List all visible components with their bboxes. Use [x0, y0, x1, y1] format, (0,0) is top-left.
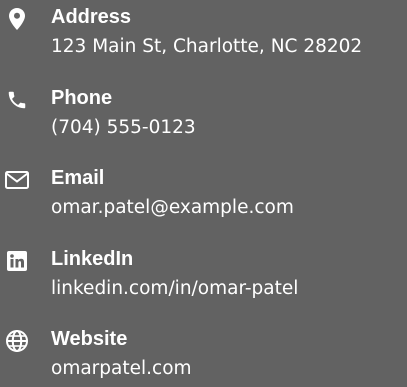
address-value: 123 Main St, Charlotte, NC 28202 [51, 36, 363, 57]
contact-item-address: Address 123 Main St, Charlotte, NC 28202 [0, 3, 407, 84]
phone-label: Phone [51, 86, 113, 109]
linkedin-label: LinkedIn [51, 247, 134, 270]
globe-icon [4, 328, 30, 354]
website-label: Website [51, 328, 128, 350]
contact-item-linkedin: LinkedIn linkedin.com/in/omar-patel [0, 245, 407, 326]
contact-list: Address 123 Main St, Charlotte, NC 28202… [0, 0, 407, 387]
contact-item-website: Website omarpatel.com [0, 325, 407, 387]
phone-icon [4, 87, 30, 113]
contact-item-phone: Phone (704) 555-0123 [0, 84, 407, 165]
linkedin-value[interactable]: linkedin.com/in/omar-patel [51, 275, 298, 303]
phone-value[interactable]: (704) 555-0123 [51, 114, 196, 142]
email-value[interactable]: omar.patel@example.com [51, 194, 294, 222]
map-pin-icon [4, 6, 30, 32]
website-value[interactable]: omarpatel.com [51, 355, 192, 383]
contact-item-email: Email omar.patel@example.com [0, 164, 407, 245]
envelope-icon [4, 167, 30, 193]
address-label: Address [51, 6, 132, 28]
email-label: Email [51, 167, 105, 189]
linkedin-icon [4, 248, 30, 274]
